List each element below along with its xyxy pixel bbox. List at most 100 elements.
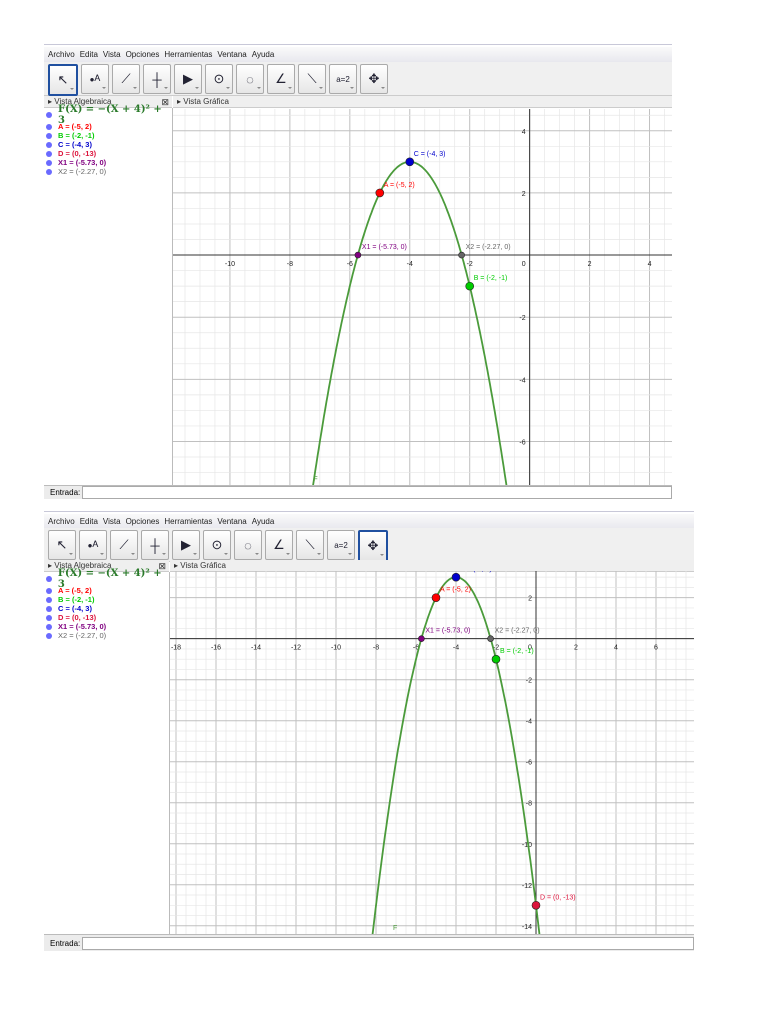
algebra-item-d[interactable]: D = (0, -13) xyxy=(44,149,172,158)
x-tick-label: 2 xyxy=(574,645,578,652)
algebra-item-b[interactable]: B = (-2, -1) xyxy=(44,131,172,140)
visibility-dot-icon[interactable] xyxy=(46,168,52,175)
slider-tool-button[interactable]: a=2 xyxy=(327,530,355,560)
point-label-x1: X1 = (-5.73, 0) xyxy=(425,628,470,635)
move-view-tool-icon: ✥ xyxy=(367,538,379,553)
menu-ayuda[interactable]: Ayuda xyxy=(252,47,275,62)
reflect-tool-button[interactable]: ⟍ xyxy=(298,64,326,94)
slider-tool-icon: a=2 xyxy=(334,540,348,550)
algebra-item-x2[interactable]: X2 = (-2.27, 0) xyxy=(44,167,172,176)
graph-canvas[interactable]: -10 -8 -6 -4 -2 0 2 4 -6 -4 -2 2 4 F A = (-5, 2) B = (-… xyxy=(173,109,672,485)
point-tool-button[interactable]: •ᴬ xyxy=(79,530,107,560)
x-tick-label: 6 xyxy=(654,645,658,652)
command-input[interactable] xyxy=(82,486,672,499)
graphics-view[interactable]: -10 -8 -6 -4 -2 0 2 4 -6 -4 -2 2 4 F A = (-5, 2) B = (-… xyxy=(173,109,672,485)
algebra-item-x2[interactable]: X2 = (-2.27, 0) xyxy=(44,631,169,640)
visibility-dot-icon[interactable] xyxy=(46,623,52,630)
circle-tool-button[interactable]: ⊙ xyxy=(205,64,233,94)
point-x1 xyxy=(418,635,425,642)
visibility-dot-icon[interactable] xyxy=(46,150,52,157)
move-view-tool-button[interactable]: ✥ xyxy=(358,530,388,562)
parabola-curve xyxy=(312,160,508,485)
perpendicular-tool-button[interactable]: ┼ xyxy=(143,64,171,94)
menu-opciones[interactable]: Opciones xyxy=(126,514,160,529)
menu-archivo[interactable]: Archivo xyxy=(48,514,75,529)
circle-tool-button[interactable]: ⊙ xyxy=(203,530,231,560)
visibility-dot-icon[interactable] xyxy=(46,587,52,594)
angle-tool-button[interactable]: ∠ xyxy=(267,64,295,94)
conic-tool-icon: ◌ xyxy=(246,71,254,87)
command-input[interactable] xyxy=(82,936,694,950)
menu-vista[interactable]: Vista xyxy=(103,47,121,62)
algebra-item-c[interactable]: C = (-4, 3) xyxy=(44,604,169,613)
visibility-dot-icon[interactable] xyxy=(46,632,52,639)
point-label-x1: X1 = (-5.73, 0) xyxy=(362,244,407,251)
algebra-item-d[interactable]: D = (0, -13) xyxy=(44,613,169,622)
graph-canvas[interactable]: -18 -16 -14 -12 -10 -8 -6 -4 -2 0 2 4 6-14-12-10-8-6… xyxy=(170,571,694,934)
curve-label: F xyxy=(393,925,397,932)
y-tick-label: -4 xyxy=(526,719,532,726)
toolbar: ↖ •ᴬ ⟋ ┼ ▶ ⊙ ◌ ∠ ⟍ a=2 ✥ xyxy=(44,62,672,96)
x-tick-label: -14 xyxy=(251,645,261,652)
move-view-tool-button[interactable]: ✥ xyxy=(360,64,388,94)
perpendicular-tool-button[interactable]: ┼ xyxy=(141,530,169,560)
x-tick-label: -10 xyxy=(331,645,341,652)
graphics-view-title: Vista Gráfica xyxy=(180,561,226,570)
angle-tool-button[interactable]: ∠ xyxy=(265,530,293,560)
x-tick-label: 2 xyxy=(588,261,592,268)
geogebra-window: Archivo Edita Vista Opciones Herramientas Ven… xyxy=(44,511,694,952)
point-label-x2: X2 = (-2.27, 0) xyxy=(495,628,540,635)
point-x2 xyxy=(487,635,494,642)
menu-ventana[interactable]: Ventana xyxy=(217,47,246,62)
polygon-tool-button[interactable]: ▶ xyxy=(172,530,200,560)
algebra-item-x1[interactable]: X1 = (-5.73, 0) xyxy=(44,622,169,631)
polygon-tool-button[interactable]: ▶ xyxy=(174,64,202,94)
algebra-item-c[interactable]: C = (-4, 3) xyxy=(44,140,172,149)
slider-tool-button[interactable]: a=2 xyxy=(329,64,357,94)
line-tool-button[interactable]: ⟋ xyxy=(110,530,138,560)
slider-tool-icon: a=2 xyxy=(336,74,350,84)
toolbar: ↖ •ᴬ ⟋ ┼ ▶ ⊙ ◌ ∠ ⟍ a=2 ✥ xyxy=(44,528,694,562)
menu-archivo[interactable]: Archivo xyxy=(48,47,75,62)
perpendicular-tool-icon: ┼ xyxy=(152,71,162,87)
visibility-dot-icon[interactable] xyxy=(46,112,52,118)
x-tick-label: -8 xyxy=(373,645,379,652)
menu-vista[interactable]: Vista xyxy=(103,514,121,529)
menu-herramientas[interactable]: Herramientas xyxy=(164,514,212,529)
algebra-item-text: C = (-4, 3) xyxy=(58,604,92,613)
conic-tool-button[interactable]: ◌ xyxy=(236,64,264,94)
menu-opciones[interactable]: Opciones xyxy=(126,47,160,62)
visibility-dot-icon[interactable] xyxy=(46,132,52,139)
move-tool-button[interactable]: ↖ xyxy=(48,64,78,96)
menu-bar: Archivo Edita Vista Opciones Herramientas Ven… xyxy=(44,47,672,62)
menu-edita[interactable]: Edita xyxy=(80,514,98,529)
visibility-dot-icon[interactable] xyxy=(46,596,52,603)
visibility-dot-icon[interactable] xyxy=(46,141,52,148)
visibility-dot-icon[interactable] xyxy=(46,605,52,612)
menu-edita[interactable]: Edita xyxy=(80,47,98,62)
reflect-tool-button[interactable]: ⟍ xyxy=(296,530,324,560)
algebra-item-x1[interactable]: X1 = (-5.73, 0) xyxy=(44,158,172,167)
algebra-view: F(X) = −(X + 4)² + 3A = (-5, 2) B = (-2, … xyxy=(44,104,173,485)
graphics-view[interactable]: -18 -16 -14 -12 -10 -8 -6 -4 -2 0 2 4 6 -14 -12 -10 -8 -6… xyxy=(170,571,694,934)
point-label-c: C = (-4, 3) xyxy=(460,571,492,573)
circle-tool-icon: ⊙ xyxy=(211,537,223,552)
visibility-dot-icon[interactable] xyxy=(46,614,52,621)
visibility-dot-icon[interactable] xyxy=(46,123,52,130)
algebra-item-function[interactable]: F(X) = −(X + 4)² + 3 xyxy=(44,104,172,126)
algebra-item-text: C = (-4, 3) xyxy=(58,140,92,149)
line-tool-button[interactable]: ⟋ xyxy=(112,64,140,94)
conic-tool-icon: ◌ xyxy=(244,537,252,553)
point-x2 xyxy=(458,251,465,259)
visibility-dot-icon[interactable] xyxy=(46,576,52,582)
visibility-dot-icon[interactable] xyxy=(46,159,52,166)
algebra-item-b[interactable]: B = (-2, -1) xyxy=(44,595,169,604)
menu-ayuda[interactable]: Ayuda xyxy=(252,514,275,529)
move-tool-button[interactable]: ↖ xyxy=(48,530,76,560)
input-bar-label: Entrada: xyxy=(50,488,81,497)
algebra-item-function[interactable]: F(X) = −(X + 4)² + 3 xyxy=(44,568,169,590)
conic-tool-button[interactable]: ◌ xyxy=(234,530,262,560)
point-tool-button[interactable]: •ᴬ xyxy=(81,64,109,94)
menu-ventana[interactable]: Ventana xyxy=(217,514,246,529)
menu-herramientas[interactable]: Herramientas xyxy=(164,47,212,62)
